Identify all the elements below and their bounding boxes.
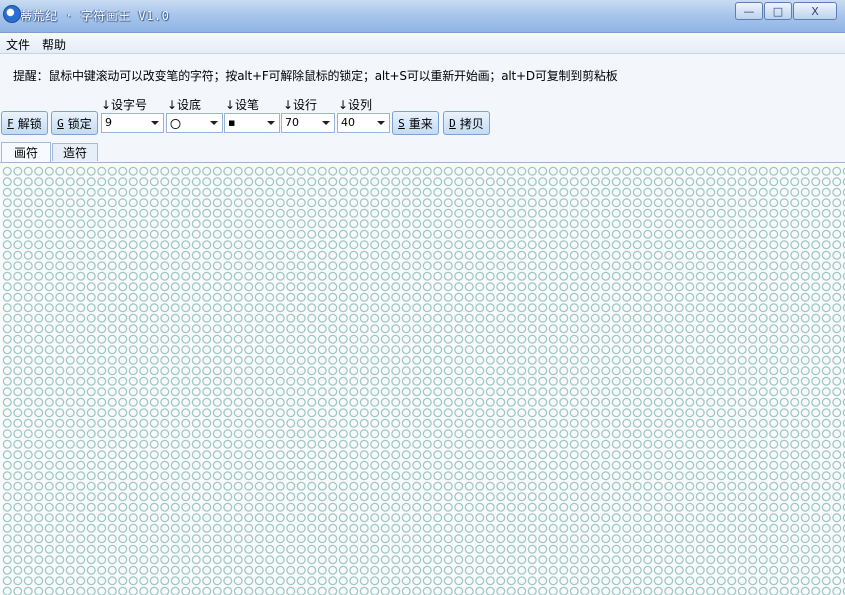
- font-size-value: 9: [105, 116, 112, 129]
- copy-shortcut: D: [449, 116, 456, 130]
- close-button[interactable]: X: [793, 2, 837, 20]
- lock-shortcut: G: [57, 116, 64, 130]
- window-title: 蒂荒纪 · 字符画王 V1.0: [20, 9, 170, 23]
- chevron-down-icon[interactable]: [373, 114, 389, 132]
- drawing-canvas[interactable]: [0, 162, 845, 595]
- rows-label: ↓设行: [283, 98, 318, 112]
- unlock-label: 解锁: [17, 116, 42, 131]
- pen-select[interactable]: ▪: [224, 113, 280, 133]
- window-controls: — □ X: [734, 2, 837, 20]
- font-size-select[interactable]: 9: [101, 113, 164, 133]
- minimize-button[interactable]: —: [735, 2, 763, 20]
- pen-label: ↓设笔: [225, 98, 260, 112]
- lock-button[interactable]: G 锁定: [51, 111, 98, 135]
- chevron-down-icon[interactable]: [147, 114, 163, 132]
- title-bar: 蒂荒纪 · 字符画王 V1.0 — □ X: [0, 0, 845, 33]
- unlock-button[interactable]: F 解锁: [1, 111, 48, 135]
- background-value: 〇: [170, 118, 181, 131]
- menu-file[interactable]: 文件: [6, 36, 30, 53]
- background-select[interactable]: 〇: [166, 113, 223, 133]
- font-size-label: ↓设字号: [101, 98, 148, 112]
- tab-create[interactable]: 造符: [52, 143, 98, 161]
- unlock-shortcut: F: [7, 116, 14, 130]
- chevron-down-icon[interactable]: [206, 114, 222, 132]
- chevron-down-icon[interactable]: [263, 114, 279, 132]
- rows-value: 70: [285, 116, 299, 129]
- chevron-down-icon[interactable]: [318, 114, 334, 132]
- reset-button[interactable]: S 重来: [392, 111, 439, 135]
- copy-label: 拷贝: [459, 116, 484, 131]
- background-label: ↓设底: [167, 98, 202, 112]
- cols-value: 40: [341, 116, 355, 129]
- copy-button[interactable]: D 拷贝: [443, 111, 490, 135]
- app-logo-icon: [3, 5, 21, 23]
- cols-label: ↓设列: [338, 98, 373, 112]
- hint-text: 提醒：鼠标中键滚动可以改变笔的字符；按alt+F可解除鼠标的锁定；alt+S可以…: [13, 69, 618, 83]
- rows-select[interactable]: 70: [281, 113, 335, 133]
- menu-help[interactable]: 帮助: [42, 36, 66, 53]
- pen-value: ▪: [228, 116, 236, 129]
- reset-shortcut: S: [398, 116, 405, 130]
- maximize-button[interactable]: □: [764, 2, 792, 20]
- character-grid[interactable]: [2, 166, 845, 595]
- tab-draw[interactable]: 画符: [1, 142, 51, 162]
- lock-label: 锁定: [67, 116, 92, 131]
- cols-select[interactable]: 40: [337, 113, 390, 133]
- reset-label: 重来: [408, 116, 433, 131]
- menu-bar: 文件 帮助: [0, 33, 845, 54]
